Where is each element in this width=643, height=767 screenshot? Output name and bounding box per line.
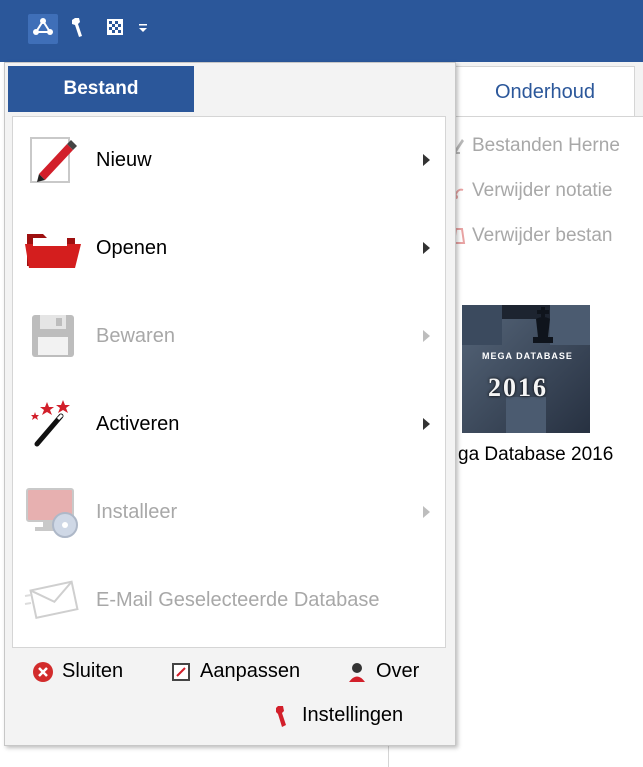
ribbon-item-delete-notation[interactable]: Verwijder notatie xyxy=(452,180,612,202)
menu-item-label: Bewaren xyxy=(96,324,175,347)
submenu-arrow-icon xyxy=(423,506,430,518)
submenu-arrow-icon xyxy=(423,242,430,254)
thumb-title: MEGA DATABASE xyxy=(482,351,573,361)
grid-button[interactable] xyxy=(100,14,130,44)
install-cd-icon xyxy=(18,480,88,544)
ribbon-item-label: Verwijder notatie xyxy=(472,180,613,201)
submenu-arrow-icon xyxy=(423,154,430,166)
submenu-arrow-icon xyxy=(423,418,430,430)
folder-icon xyxy=(18,216,88,280)
menu-item-openen[interactable]: Openen xyxy=(12,208,444,288)
email-icon xyxy=(18,568,88,632)
menu-item-label: Activeren xyxy=(96,412,180,435)
database-caption[interactable]: ga Database 2016 xyxy=(458,444,613,466)
close-icon xyxy=(32,661,54,683)
network-button[interactable] xyxy=(28,14,58,44)
submenu-arrow-icon xyxy=(423,330,430,342)
database-thumbnail[interactable]: MEGA DATABASE 2016 xyxy=(462,305,590,433)
customize-icon xyxy=(170,661,192,683)
ribbon-item-rename[interactable]: Bestanden Herne xyxy=(452,135,620,157)
menu-item-email[interactable]: E-Mail Geselecteerde Database xyxy=(12,560,444,640)
person-icon xyxy=(346,661,368,683)
floppy-icon xyxy=(18,304,88,368)
customize-label: Aanpassen xyxy=(200,660,301,682)
menu-item-nieuw[interactable]: Nieuw xyxy=(12,120,444,200)
menu-item-label: Nieuw xyxy=(96,148,152,171)
menu-item-label: Installeer xyxy=(96,500,178,523)
chess-king-icon xyxy=(533,307,553,343)
magic-wand-icon xyxy=(18,392,88,456)
close-label: Sluiten xyxy=(62,660,124,682)
tab-bestand[interactable]: Bestand xyxy=(8,66,194,112)
customize-dropdown-icon xyxy=(138,20,148,38)
new-pencil-icon xyxy=(18,128,88,192)
customize-qat-dropdown[interactable] xyxy=(136,14,150,44)
about-label: Over xyxy=(376,660,420,682)
menu-item-label: Openen xyxy=(96,236,168,259)
settings-label: Instellingen xyxy=(302,704,404,726)
menu-item-installeer[interactable]: Installeer xyxy=(12,472,444,552)
about-button[interactable]: Over xyxy=(346,660,419,683)
thumb-year: 2016 xyxy=(488,373,548,402)
settings-button[interactable]: Instellingen xyxy=(272,704,403,727)
menu-item-bewaren[interactable]: Bewaren xyxy=(12,296,444,376)
ribbon-item-delete-file[interactable]: Verwijder bestan xyxy=(452,225,612,247)
quick-access-toolbar xyxy=(28,14,150,44)
wrench-icon xyxy=(70,16,88,43)
grid-icon xyxy=(106,18,124,41)
settings-wrench-icon xyxy=(272,705,294,727)
wrench-button[interactable] xyxy=(64,14,94,44)
menu-item-activeren[interactable]: Activeren xyxy=(12,384,444,464)
ribbon-item-label: Verwijder bestan xyxy=(472,225,613,246)
customize-button[interactable]: Aanpassen xyxy=(170,660,300,683)
menu-item-label: E-Mail Geselecteerde Database xyxy=(96,588,380,611)
title-bar xyxy=(0,0,643,62)
close-button[interactable]: Sluiten xyxy=(32,660,123,683)
ribbon-item-label: Bestanden Herne xyxy=(472,135,620,156)
network-icon xyxy=(32,17,54,42)
tab-onderhoud[interactable]: Onderhoud xyxy=(455,66,635,117)
